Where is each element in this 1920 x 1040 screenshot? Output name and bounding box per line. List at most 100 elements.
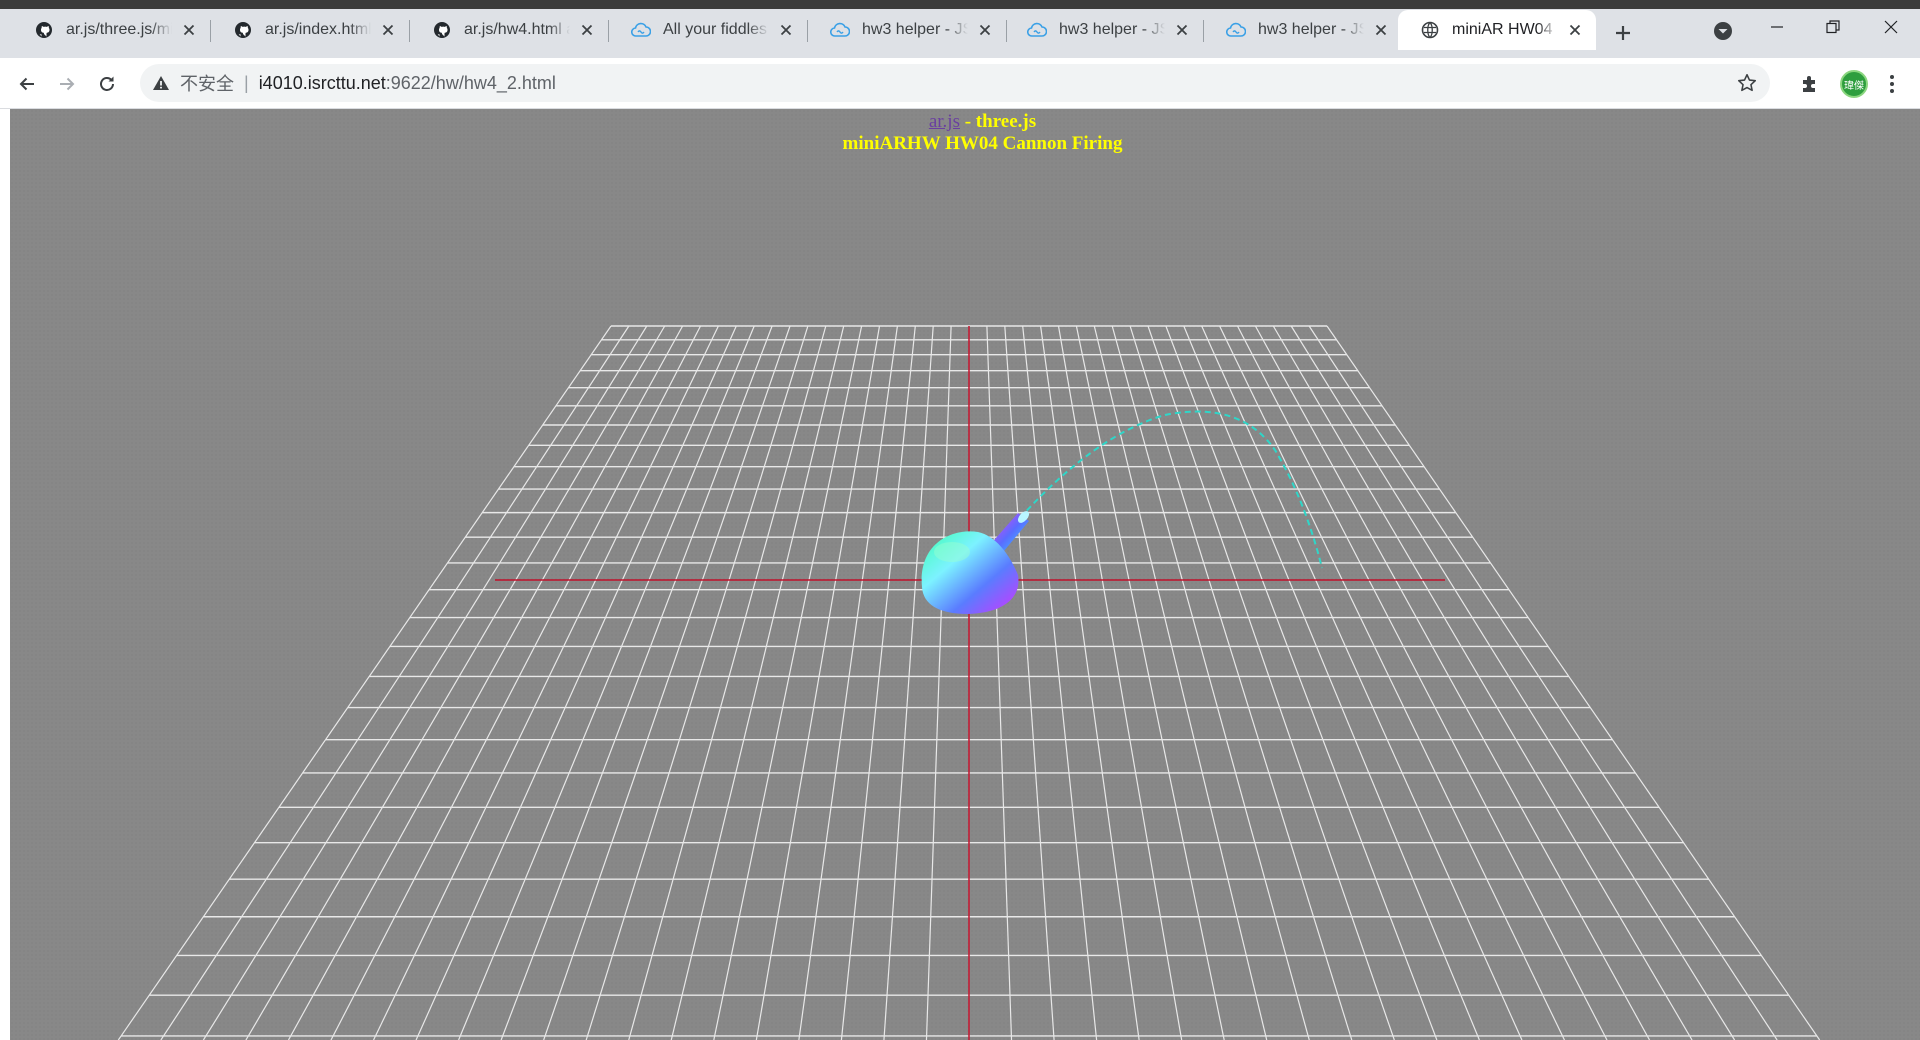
grid-line	[287, 325, 684, 1040]
globe-icon	[1420, 20, 1440, 40]
grid-line	[713, 325, 863, 1040]
arrow-left-icon	[19, 77, 34, 91]
tab-title: hw3 helper - JSFiddle	[1059, 21, 1165, 38]
grid-line	[1111, 325, 1310, 1040]
tab-strip: ar.js/three.js/mini ar.js/index.html at ar…	[0, 0, 1920, 58]
jsfiddle-icon	[631, 20, 651, 40]
tab-close-button[interactable]	[1171, 19, 1193, 41]
kebab-menu-icon[interactable]	[1880, 72, 1904, 96]
reload-icon	[100, 76, 114, 91]
info-subtitle: miniARHW HW04 Cannon Firing	[842, 133, 1123, 154]
puzzle-icon[interactable]	[1798, 72, 1822, 96]
grid-line	[1308, 325, 1778, 1040]
tab-title: ar.js/index.html at	[265, 21, 371, 38]
tab-5[interactable]: hw3 helper - JSFiddle	[808, 10, 1006, 50]
grid-line	[1022, 325, 1098, 1040]
tab-4[interactable]: All your fiddles - JS	[609, 10, 807, 50]
grid-line	[500, 325, 773, 1040]
grid-line	[1165, 325, 1438, 1040]
github-icon	[34, 20, 54, 40]
grid-line	[925, 325, 952, 1040]
info-title-line: ar.js - three.js	[10, 111, 1920, 133]
tab-2[interactable]: ar.js/index.html at	[211, 10, 409, 50]
close-icon	[1884, 20, 1898, 34]
close-icon	[183, 24, 195, 36]
star-icon[interactable]	[1736, 72, 1758, 94]
url-path: :9622/hw/hw4_2.html	[385, 72, 556, 93]
tab-close-button[interactable]	[1564, 19, 1586, 41]
tab-6[interactable]: hw3 helper - JSFiddle	[1005, 10, 1203, 50]
url-separator: |	[244, 72, 249, 93]
close-icon	[581, 24, 593, 36]
close-icon	[1176, 24, 1188, 36]
grid-line	[245, 325, 666, 1040]
back-button[interactable]	[10, 67, 44, 101]
grid-line	[1272, 325, 1693, 1040]
grid-line	[117, 325, 612, 1040]
tab-7[interactable]: hw3 helper - JSFiddle	[1204, 10, 1402, 50]
arrow-right-icon	[60, 77, 75, 91]
tab-close-button[interactable]	[178, 19, 200, 41]
tab-title: All your fiddles - JS	[663, 21, 769, 38]
grid-line	[798, 325, 898, 1040]
tab-search-button[interactable]	[1708, 16, 1738, 46]
github-icon	[233, 20, 253, 40]
grid-line	[458, 325, 755, 1040]
grid-line	[986, 325, 1013, 1040]
tab-title: hw3 helper - JSFiddle	[1258, 21, 1364, 38]
grid-line	[330, 325, 702, 1040]
grid-line	[628, 325, 827, 1040]
page-info-header: ar.js - three.js miniARHW HW04 Cannon Fi…	[10, 111, 1920, 155]
tab-close-button[interactable]	[377, 19, 399, 41]
grid-line	[1075, 325, 1225, 1040]
close-window-button[interactable]	[1871, 12, 1911, 42]
grid-line	[883, 325, 934, 1040]
minimize-button[interactable]	[1757, 12, 1797, 42]
grid-line	[1254, 325, 1651, 1040]
tab-title: ar.js/three.js/mini	[66, 21, 172, 38]
close-icon	[1375, 24, 1387, 36]
grid-line	[1183, 325, 1480, 1040]
grid-line	[1236, 325, 1608, 1040]
jsfiddle-icon	[830, 20, 850, 40]
minimize-icon	[1771, 26, 1783, 28]
close-icon	[780, 24, 792, 36]
jsfiddle-icon	[1226, 20, 1246, 40]
close-icon	[979, 24, 991, 36]
tab-close-button[interactable]	[974, 19, 996, 41]
restore-icon	[1826, 20, 1840, 34]
grid-line	[415, 325, 737, 1040]
tab-1[interactable]: ar.js/three.js/mini	[12, 10, 210, 50]
jsfiddle-icon	[1027, 20, 1047, 40]
browser-toolbar: 不安全 | i4010.isrcttu.net :9622/hw/hw4_2.h…	[0, 58, 1920, 109]
new-tab-button[interactable]	[1608, 18, 1638, 48]
tab-title: ar.js/hw4.html at	[464, 21, 570, 38]
forward-button[interactable]	[50, 67, 84, 101]
reload-button[interactable]	[90, 67, 124, 101]
grid-line	[840, 325, 916, 1040]
chevron-down-circle-icon	[1714, 22, 1732, 40]
close-icon	[382, 24, 394, 36]
cannon-body-highlight	[934, 542, 970, 562]
github-icon	[432, 20, 452, 40]
arjs-link[interactable]: ar.js	[929, 111, 960, 132]
tab-close-button[interactable]	[576, 19, 598, 41]
url-host: i4010.isrcttu.net	[258, 72, 386, 93]
close-icon	[1569, 24, 1581, 36]
warning-triangle-icon[interactable]	[150, 72, 172, 94]
threejs-scene-canvas[interactable]	[10, 109, 1920, 1040]
grid-line	[1201, 325, 1523, 1040]
security-label[interactable]: 不安全	[180, 70, 234, 96]
tab-close-button[interactable]	[1370, 19, 1392, 41]
grid-line	[1004, 325, 1055, 1040]
tab-8[interactable]: miniAR HW04	[1398, 10, 1596, 50]
page-viewport[interactable]: ar.js - three.js miniARHW HW04 Cannon Fi…	[10, 109, 1920, 1040]
tab-title: hw3 helper - JSFiddle	[862, 21, 968, 38]
tab-3[interactable]: ar.js/hw4.html at	[410, 10, 608, 50]
tab-close-button[interactable]	[775, 19, 797, 41]
address-bar[interactable]: 不安全 | i4010.isrcttu.net :9622/hw/hw4_2.h…	[140, 64, 1770, 102]
grid-line	[160, 325, 630, 1040]
restore-button[interactable]	[1813, 12, 1853, 42]
profile-avatar[interactable]: 瑋傑	[1840, 70, 1868, 98]
cannon	[921, 511, 1030, 614]
